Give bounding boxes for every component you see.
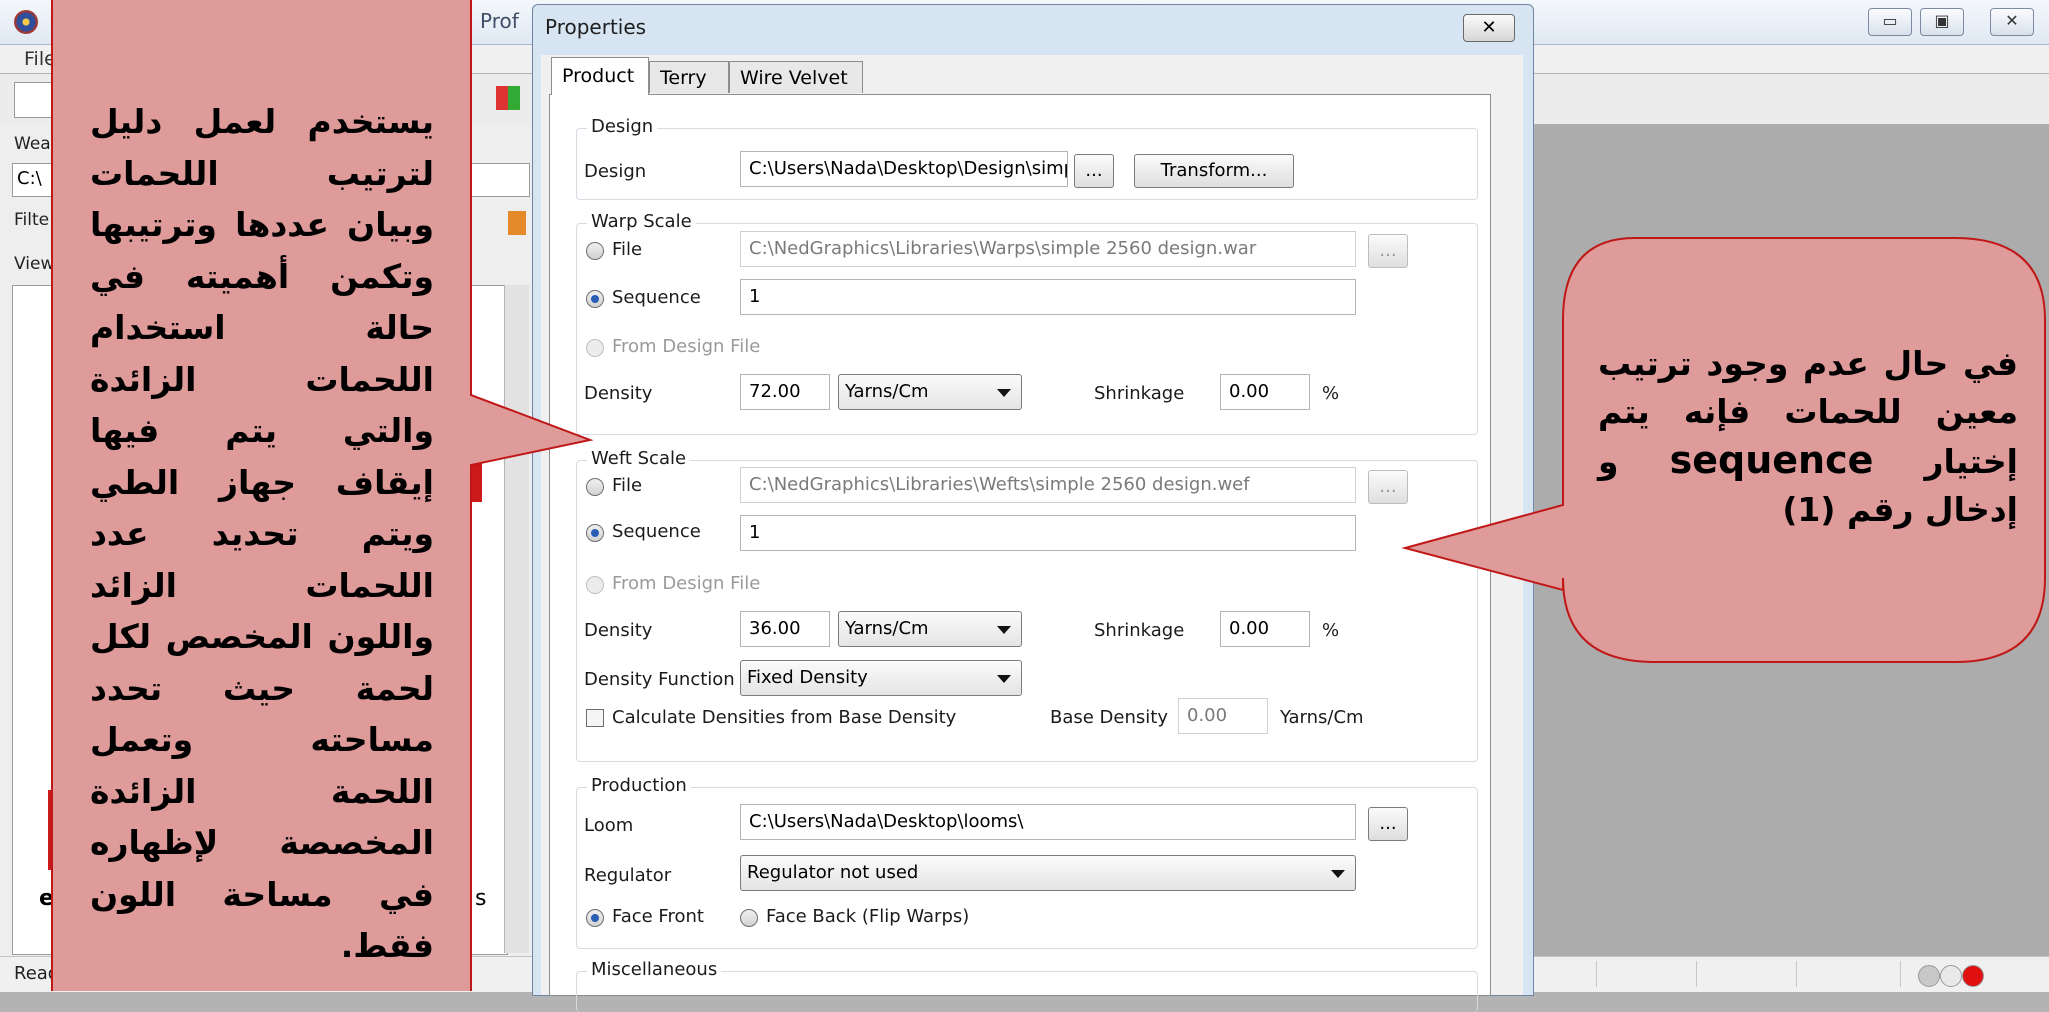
left-callout-text: يستخدم لعمل دليل لترتيب اللحمات وبيان عد… [90, 102, 434, 965]
right-callout-keyword: sequence [1669, 438, 1874, 482]
right-callout-text: في حال عدم وجود ترتيب معين للحمات فإنه ي… [1598, 340, 2018, 534]
tab-product[interactable]: Product [551, 57, 649, 95]
